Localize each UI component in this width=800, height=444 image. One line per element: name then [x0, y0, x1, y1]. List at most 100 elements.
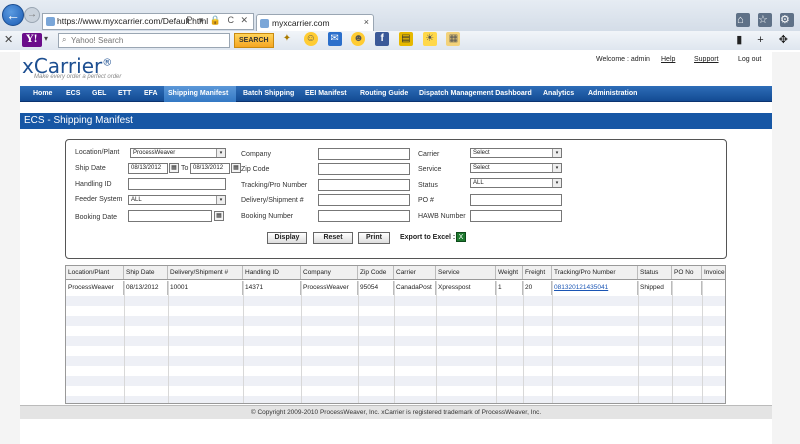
feeder-system-label: Feeder System — [75, 196, 123, 203]
cell-zip: 95054 — [358, 281, 394, 295]
menu-item-efa[interactable]: EFA — [140, 86, 162, 102]
yahoo-search-button[interactable]: SEARCH — [234, 33, 274, 48]
menu-item-gel[interactable]: GEL — [88, 86, 110, 102]
shipping-manifest-grid: Location/Plant Ship Date Delivery/Shipme… — [65, 265, 726, 404]
forward-arrow-icon[interactable]: → — [24, 7, 40, 23]
mail-icon[interactable]: ✉ — [327, 32, 342, 46]
tab-close-icon[interactable]: × — [364, 17, 369, 27]
grid-header-row: Location/Plant Ship Date Delivery/Shipme… — [66, 266, 725, 280]
table-row[interactable]: ProcessWeaver 08/13/2012 10001 14371 Pro… — [66, 281, 725, 295]
col-header-company[interactable]: Company — [301, 266, 358, 279]
col-header-status[interactable]: Status — [638, 266, 672, 279]
col-header-weight[interactable]: Weight — [496, 266, 523, 279]
cell-tracking-link[interactable]: 081320121435041 — [552, 281, 638, 295]
search-form-panel: Location/Plant ProcessWeaver ▾ Ship Date … — [65, 139, 727, 259]
help-link[interactable]: Help — [661, 56, 675, 63]
grid-stripe — [66, 316, 725, 326]
print-button[interactable]: Print — [358, 232, 390, 244]
service-select-value: Select — [473, 165, 490, 171]
calendar-icon[interactable]: ▦ — [231, 163, 241, 173]
calendar-icon[interactable]: ▦ — [169, 163, 179, 173]
weather-icon[interactable]: ☀ — [422, 32, 437, 46]
chevron-down-icon[interactable]: ▾ — [44, 34, 48, 43]
widget-icon[interactable]: ▦ — [446, 32, 461, 46]
grid-stripe — [66, 376, 725, 386]
col-header-handling-id[interactable]: Handling ID — [243, 266, 301, 279]
menu-item-batch-shipping[interactable]: Batch Shipping — [239, 86, 298, 102]
menu-item-routing-guide[interactable]: Routing Guide — [356, 86, 412, 102]
grid-col-divider — [394, 281, 395, 403]
col-header-ship-date[interactable]: Ship Date — [124, 266, 168, 279]
delivery-shipment-label: Delivery/Shipment # — [241, 197, 304, 204]
menu-item-ecs[interactable]: ECS — [62, 86, 84, 102]
yahoo-search-input[interactable] — [71, 35, 226, 46]
col-header-freight[interactable]: Freight — [523, 266, 552, 279]
support-link[interactable]: Support — [694, 56, 719, 63]
ship-date-from-input[interactable]: 08/13/2012 — [128, 163, 168, 174]
booking-number-input[interactable] — [318, 210, 410, 222]
smiley-icon[interactable]: ☺ — [303, 32, 318, 46]
toolbar-right-icons[interactable]: ▮ + ✥ — [736, 33, 794, 46]
col-header-invoice[interactable]: Invoice — [702, 266, 725, 279]
calendar-icon[interactable]: ▦ — [214, 211, 224, 221]
location-label: Location/Plant — [75, 149, 120, 156]
cell-service: Xpresspost — [436, 281, 496, 295]
grid-col-divider — [702, 281, 703, 403]
ship-date-to-input[interactable]: 08/13/2012 — [190, 163, 230, 174]
col-header-zip[interactable]: Zip Code — [358, 266, 394, 279]
settings-gear-icon[interactable]: ⚙ — [780, 13, 794, 27]
grid-col-divider — [523, 281, 524, 403]
col-header-carrier[interactable]: Carrier — [394, 266, 436, 279]
home-icon[interactable]: ⌂ — [735, 13, 750, 27]
excel-icon[interactable]: X — [456, 232, 466, 242]
yahoo-search-box[interactable]: ⌕ — [58, 33, 230, 48]
toolbar-close-icon[interactable]: ✕ — [4, 33, 13, 46]
favorites-star-icon[interactable]: ☆ — [757, 13, 772, 27]
chevron-down-icon: ▾ — [552, 179, 561, 187]
service-select[interactable]: Select ▾ — [470, 163, 562, 173]
menu-item-home[interactable]: Home — [29, 86, 56, 102]
menu-item-eei-manifest[interactable]: EEI Manifest — [301, 86, 351, 102]
delivery-shipment-input[interactable] — [318, 194, 410, 206]
menu-item-ett[interactable]: ETT — [114, 86, 135, 102]
logout-link[interactable]: Log out — [738, 56, 761, 63]
grid-col-divider — [496, 281, 497, 403]
col-header-service[interactable]: Service — [436, 266, 496, 279]
sparkle-icon[interactable]: ✦ — [280, 32, 294, 46]
yahoo-logo-icon[interactable]: Y! — [22, 33, 42, 47]
carrier-select[interactable]: Select ▾ — [470, 148, 562, 158]
back-arrow-icon[interactable]: ← — [2, 4, 24, 26]
notes-icon[interactable]: ▤ — [398, 32, 413, 46]
address-bar[interactable]: https://www.myxcarrier.com/Default.html … — [42, 13, 254, 30]
location-select[interactable]: ProcessWeaver ▾ — [130, 148, 226, 158]
hawb-number-input[interactable] — [470, 210, 562, 222]
tab-favicon-icon — [260, 19, 269, 28]
menu-item-dispatch-dashboard[interactable]: Dispatch Management Dashboard — [415, 86, 536, 102]
company-input[interactable] — [318, 148, 410, 160]
col-header-delivery[interactable]: Delivery/Shipment # — [168, 266, 243, 279]
col-header-location[interactable]: Location/Plant — [66, 266, 124, 279]
menu-item-shipping-manifest[interactable]: Shipping Manifest — [164, 86, 236, 102]
menu-item-analytics[interactable]: Analytics — [539, 86, 578, 102]
facebook-icon[interactable]: f — [375, 32, 390, 46]
menu-item-administration[interactable]: Administration — [584, 86, 641, 102]
feeder-system-value: ALL — [131, 197, 142, 203]
chevron-down-icon: ▾ — [216, 149, 225, 157]
cell-delivery: 10001 — [168, 281, 243, 295]
display-button[interactable]: Display — [267, 232, 307, 244]
browser-tab[interactable]: myxcarrier.com × — [256, 14, 374, 31]
col-header-po-no[interactable]: PO No — [672, 266, 702, 279]
tracking-pro-input[interactable] — [318, 179, 410, 191]
booking-date-input[interactable] — [128, 210, 212, 222]
status-select[interactable]: ALL ▾ — [470, 178, 562, 188]
reset-button[interactable]: Reset — [313, 232, 353, 244]
handling-id-input[interactable] — [128, 178, 226, 190]
col-header-tracking[interactable]: Tracking/Pro Number — [552, 266, 638, 279]
feeder-system-select[interactable]: ALL ▾ — [128, 195, 226, 205]
messenger-icon[interactable]: ☻ — [351, 32, 366, 46]
chevron-down-icon: ▾ — [552, 149, 561, 157]
po-number-input[interactable] — [470, 194, 562, 206]
address-bar-icons[interactable]: P ▾ 🔒 C ✕ — [186, 15, 250, 26]
chevron-down-icon: ▾ — [216, 196, 225, 204]
zip-code-input[interactable] — [318, 163, 410, 175]
